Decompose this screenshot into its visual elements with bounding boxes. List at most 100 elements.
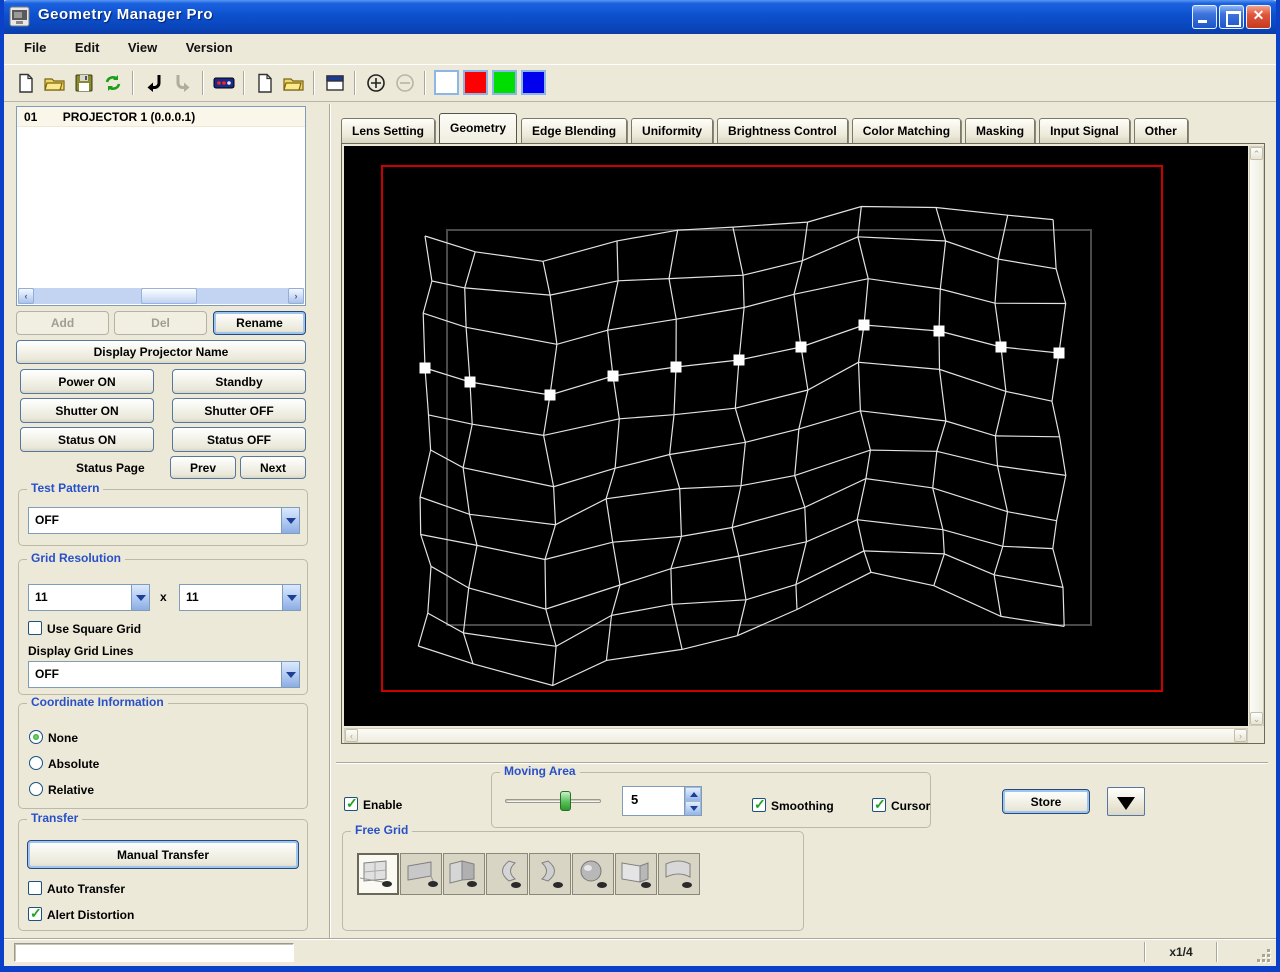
store-button[interactable]: Store (1002, 789, 1090, 814)
tab-input-signal[interactable]: Input Signal (1039, 118, 1130, 144)
display-projector-name-button[interactable]: Display Projector Name (16, 340, 306, 364)
dropdown-arrow-icon[interactable] (131, 585, 149, 610)
alert-distortion-checkbox[interactable] (28, 905, 42, 922)
free-grid-curved-button[interactable] (658, 853, 700, 895)
auto-transfer-checkbox[interactable] (28, 881, 42, 895)
radio-none[interactable] (29, 730, 43, 744)
pattern-green-button[interactable] (492, 70, 517, 95)
tab-masking[interactable]: Masking (965, 118, 1036, 144)
scroll-left-icon[interactable] (18, 288, 34, 304)
tab-edge-blending[interactable]: Edge Blending (521, 118, 628, 144)
slider-thumb[interactable] (560, 791, 571, 811)
smoothing-row[interactable]: Smoothing (752, 796, 834, 815)
free-grid-corner-button[interactable] (615, 853, 657, 895)
free-grid-cylinder-v2-button[interactable] (529, 853, 571, 895)
slider-track[interactable] (505, 799, 601, 803)
grid-v-select[interactable]: 11 (179, 584, 301, 611)
free-grid-flat-tilt-button[interactable] (400, 853, 442, 895)
moving-area-spinner[interactable]: 5 (622, 786, 702, 816)
status-off-button[interactable]: Status OFF (172, 427, 306, 452)
new-file-button[interactable] (12, 69, 39, 96)
free-grid-flat-screen-button[interactable] (357, 853, 399, 895)
window-frame-button[interactable] (321, 69, 348, 96)
use-square-grid-checkbox[interactable] (28, 621, 42, 635)
open-file-button[interactable] (41, 69, 68, 96)
del-button[interactable]: Del (114, 311, 207, 335)
free-grid-angled-button[interactable] (443, 853, 485, 895)
maximize-button[interactable] (1219, 5, 1244, 29)
spin-down-icon[interactable] (685, 801, 701, 815)
canvas-vscrollbar[interactable]: ⌃ ⌄ (1249, 146, 1264, 726)
dropdown-arrow-icon[interactable] (281, 508, 299, 533)
radio-absolute[interactable] (29, 756, 43, 770)
resize-grip[interactable] (1256, 948, 1270, 962)
minimize-button[interactable] (1192, 5, 1217, 29)
auto-transfer-row[interactable]: Auto Transfer (28, 880, 125, 898)
display-grid-lines-select[interactable]: OFF (28, 661, 300, 688)
projector-list-item[interactable]: 01 PROJECTOR 1 (0.0.0.1) (17, 107, 305, 127)
prev-button[interactable]: Prev (170, 456, 236, 479)
redo-button[interactable] (169, 69, 196, 96)
save-button[interactable] (70, 69, 97, 96)
grid-h-select[interactable]: 11 (28, 584, 150, 611)
new-window-button[interactable] (251, 69, 278, 96)
free-grid-cylinder-v-button[interactable] (486, 853, 528, 895)
menu-view[interactable]: View (116, 34, 169, 55)
test-pattern-select[interactable]: OFF (28, 507, 300, 534)
tab-geometry[interactable]: Geometry (439, 113, 518, 144)
alert-distortion-row[interactable]: Alert Distortion (28, 905, 134, 924)
canvas-hscrollbar[interactable]: ‹ › (344, 728, 1248, 743)
standby-button[interactable]: Standby (172, 369, 306, 394)
geometry-canvas[interactable] (344, 146, 1248, 726)
pattern-blue-button[interactable] (521, 70, 546, 95)
coordinate-none-option[interactable]: None (29, 730, 78, 745)
scroll-up-icon[interactable]: ⌃ (1250, 147, 1263, 160)
projector-control-button[interactable] (210, 69, 237, 96)
pattern-red-button[interactable] (463, 70, 488, 95)
menu-file[interactable]: File (12, 34, 58, 55)
shutter-on-button[interactable]: Shutter ON (20, 398, 154, 423)
rename-button[interactable]: Rename (213, 311, 306, 335)
scroll-left-icon[interactable]: ‹ (345, 729, 358, 742)
menu-version[interactable]: Version (174, 34, 245, 55)
refresh-button[interactable] (99, 69, 126, 96)
projector-list[interactable]: 01 PROJECTOR 1 (0.0.0.1) (16, 106, 306, 306)
tab-color-matching[interactable]: Color Matching (851, 118, 962, 144)
projector-list-scrollbar[interactable] (18, 288, 304, 304)
menu-edit[interactable]: Edit (63, 34, 112, 55)
use-square-grid-row[interactable]: Use Square Grid (28, 620, 141, 638)
manual-transfer-button[interactable]: Manual Transfer (27, 840, 299, 869)
scrollbar-thumb[interactable] (140, 288, 197, 304)
close-button[interactable] (1246, 5, 1271, 29)
add-button[interactable]: Add (16, 311, 109, 335)
cursor-checkbox[interactable] (872, 796, 886, 813)
status-on-button[interactable]: Status ON (20, 427, 154, 452)
free-grid-sphere-button[interactable] (572, 853, 614, 895)
cursor-row[interactable]: Cursor (872, 796, 930, 815)
store-dropdown-button[interactable] (1107, 787, 1145, 816)
tab-other[interactable]: Other (1133, 118, 1188, 144)
tab-uniformity[interactable]: Uniformity (631, 118, 714, 144)
tab-lens-setting[interactable]: Lens Setting (341, 118, 436, 144)
next-button[interactable]: Next (240, 456, 306, 479)
smoothing-checkbox[interactable] (752, 796, 766, 813)
dropdown-arrow-icon[interactable] (282, 585, 300, 610)
scroll-right-icon[interactable] (288, 288, 304, 304)
scroll-down-icon[interactable]: ⌄ (1250, 712, 1263, 725)
dropdown-arrow-icon[interactable] (281, 662, 299, 687)
zoom-in-button[interactable] (362, 69, 389, 96)
zoom-out-button[interactable] (391, 69, 418, 96)
radio-relative[interactable] (29, 782, 43, 796)
open-project-button[interactable] (280, 69, 307, 96)
tab-brightness-control[interactable]: Brightness Control (717, 118, 848, 144)
enable-row[interactable]: Enable (344, 795, 402, 814)
power-on-button[interactable]: Power ON (20, 369, 154, 394)
coordinate-relative-option[interactable]: Relative (29, 782, 94, 797)
spin-up-icon[interactable] (685, 787, 701, 801)
pattern-white-button[interactable] (434, 70, 459, 95)
coordinate-absolute-option[interactable]: Absolute (29, 756, 99, 771)
enable-checkbox[interactable] (344, 795, 358, 812)
shutter-off-button[interactable]: Shutter OFF (172, 398, 306, 423)
distortion-mesh[interactable] (344, 146, 1248, 726)
undo-button[interactable] (140, 69, 167, 96)
